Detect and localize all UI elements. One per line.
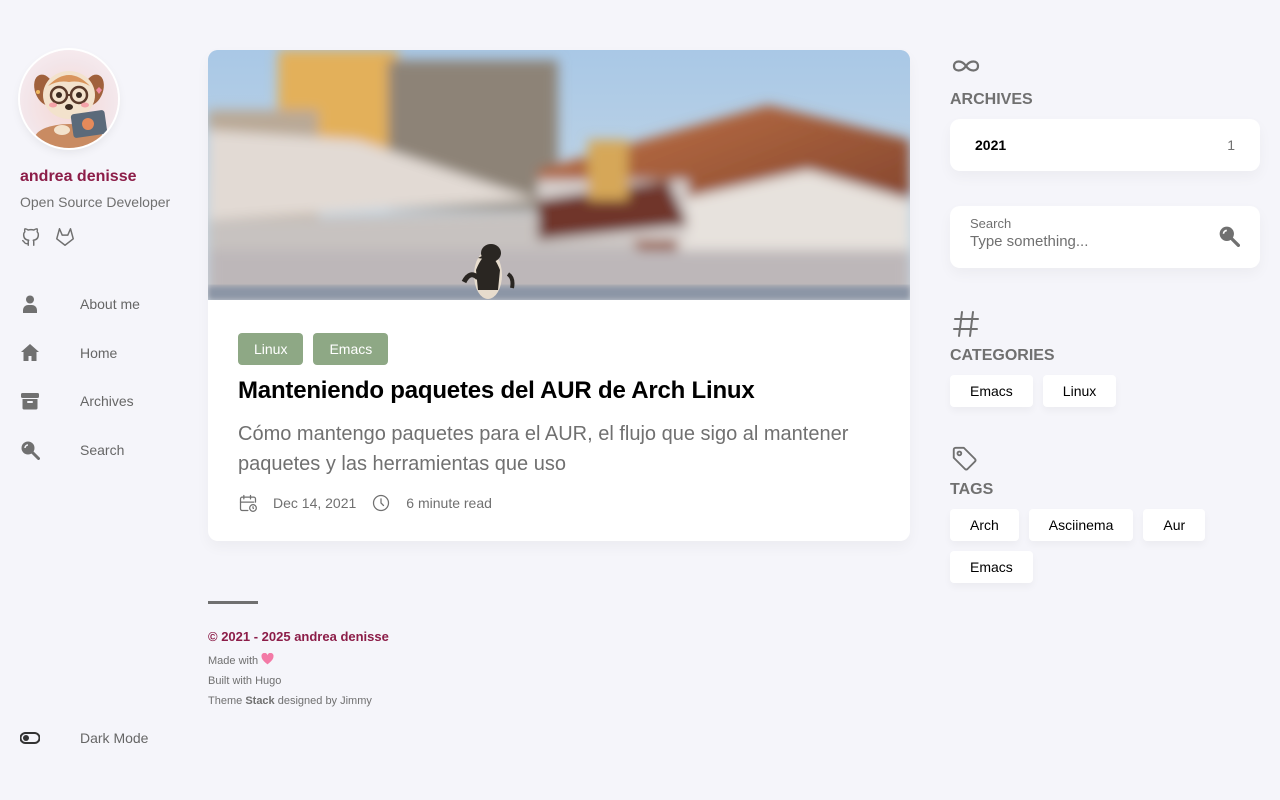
search-submit-icon[interactable] bbox=[1218, 225, 1240, 247]
dog-avatar-icon bbox=[34, 71, 108, 148]
article-meta: Dec 14, 2021 6 minute read bbox=[238, 493, 880, 513]
dark-mode-label: Dark Mode bbox=[80, 730, 149, 746]
tag-list: Arch Asciinema Aur Emacs bbox=[950, 509, 1250, 583]
tags-widget: Tags Arch Asciinema Aur Emacs bbox=[950, 444, 1260, 583]
search-label: Search bbox=[970, 216, 1012, 231]
footer-made-with: Made with bbox=[208, 652, 389, 667]
user-icon bbox=[20, 294, 40, 314]
article-read-time: 6 minute read bbox=[406, 495, 492, 511]
archive-year-2021[interactable]: 2021 1 bbox=[950, 119, 1260, 171]
dark-mode-toggle[interactable]: Dark Mode bbox=[19, 728, 190, 748]
archive-year: 2021 bbox=[975, 137, 1007, 153]
tag-chip[interactable]: Emacs bbox=[950, 551, 1033, 583]
article-date: Dec 14, 2021 bbox=[273, 495, 357, 511]
home-icon bbox=[20, 343, 40, 363]
article-details: Linux Emacs Manteniendo paquetes del AUR… bbox=[208, 300, 910, 513]
github-icon[interactable] bbox=[20, 226, 42, 248]
category-chip[interactable]: Linux bbox=[1042, 375, 1117, 407]
category-list: Emacs Linux bbox=[950, 375, 1250, 407]
footer-built-with[interactable]: Built with Hugo bbox=[208, 675, 389, 687]
left-sidebar: andrea denisse Open Source Developer bbox=[20, 50, 190, 248]
menu-item-home[interactable]: Home bbox=[20, 329, 190, 378]
tags-title: Tags bbox=[950, 481, 994, 498]
tag-icon bbox=[950, 444, 982, 476]
main-menu: About me Home Archives Search bbox=[20, 280, 190, 474]
article-title[interactable]: Manteniendo paquetes del AUR de Arch Lin… bbox=[238, 377, 880, 405]
tag-chip[interactable]: Arch bbox=[950, 509, 1019, 541]
clock-icon bbox=[371, 493, 391, 513]
archive-box-icon bbox=[20, 391, 40, 411]
search-input[interactable] bbox=[970, 233, 1200, 250]
categories-title: Categories bbox=[950, 347, 1055, 364]
heart-icon bbox=[261, 652, 274, 667]
penguin-rooftops-photo bbox=[208, 50, 910, 300]
category-chip[interactable]: Emacs bbox=[950, 375, 1033, 407]
search-widget: Search bbox=[950, 206, 1260, 268]
archive-count: 1 bbox=[1227, 137, 1235, 153]
made-with-text: Made with bbox=[208, 655, 259, 667]
menu-item-archives[interactable]: Archives bbox=[20, 377, 190, 426]
tag-chip[interactable]: Aur bbox=[1143, 509, 1206, 541]
infinity-icon bbox=[950, 52, 982, 84]
calendar-clock-icon bbox=[238, 493, 258, 513]
footer-copyright: © 2021 - 2025 andrea denisse bbox=[208, 629, 389, 644]
category-tag-emacs[interactable]: Emacs bbox=[313, 333, 389, 365]
menu-item-search[interactable]: Search bbox=[20, 426, 190, 475]
article-categories: Linux Emacs bbox=[238, 333, 880, 365]
theme-prefix: Theme bbox=[208, 695, 243, 707]
menu-item-label: Archives bbox=[80, 393, 134, 410]
toggle-icon bbox=[19, 728, 41, 748]
categories-widget: Categories Emacs Linux bbox=[950, 308, 1260, 407]
archives-widget: Archives 2021 1 bbox=[950, 52, 1260, 171]
footer-theme: Theme Stack designed by Jimmy bbox=[208, 695, 389, 707]
menu-item-about-me[interactable]: About me bbox=[20, 280, 190, 329]
hash-icon bbox=[950, 308, 982, 340]
site-footer: © 2021 - 2025 andrea denisse Made with B… bbox=[208, 601, 389, 707]
site-name[interactable]: andrea denisse bbox=[20, 168, 190, 186]
footer-divider bbox=[208, 601, 258, 604]
article-card: Linux Emacs Manteniendo paquetes del AUR… bbox=[208, 50, 910, 541]
site-description: Open Source Developer bbox=[20, 194, 171, 210]
tag-chip[interactable]: Asciinema bbox=[1028, 509, 1134, 541]
archives-title: Archives bbox=[950, 91, 1033, 108]
menu-item-label: Home bbox=[80, 344, 118, 361]
menu-item-label: About me bbox=[80, 296, 140, 313]
social-links bbox=[20, 226, 190, 248]
article-subtitle: Cómo mantengo paquetes para el AUR, el f… bbox=[238, 423, 849, 475]
search-icon bbox=[20, 440, 40, 460]
search-form: Search bbox=[950, 206, 1260, 268]
article-image[interactable] bbox=[208, 50, 910, 300]
gitlab-icon[interactable] bbox=[54, 226, 76, 248]
theme-name-link[interactable]: Stack bbox=[245, 695, 274, 707]
category-tag-linux[interactable]: Linux bbox=[238, 333, 304, 365]
menu-item-label: Search bbox=[80, 441, 125, 458]
avatar[interactable] bbox=[20, 50, 118, 148]
theme-suffix: designed by Jimmy bbox=[277, 695, 372, 707]
